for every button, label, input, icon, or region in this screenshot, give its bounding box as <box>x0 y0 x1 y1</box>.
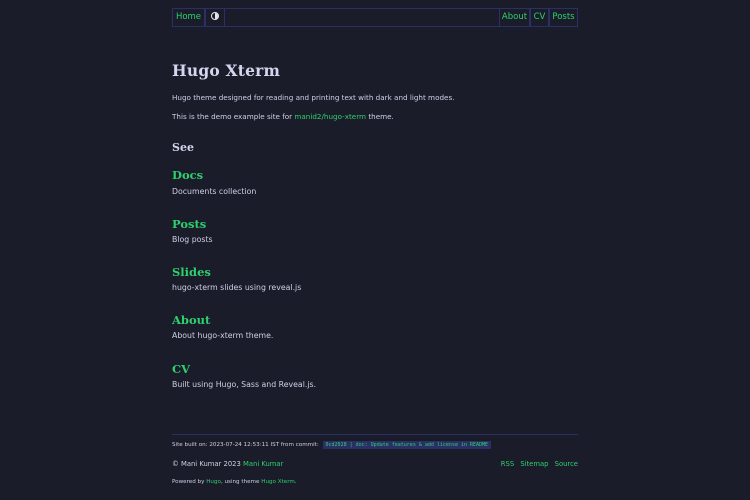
build-info-text: Site built on: 2023-07-24 12:53:11 IST f… <box>172 442 319 448</box>
footer-divider <box>172 434 578 435</box>
copyright-text: © Mani Kumar 2023 <box>172 460 243 468</box>
source-link[interactable]: Source <box>555 460 578 468</box>
nav-home-link[interactable]: Home <box>172 9 205 26</box>
build-info: Site built on: 2023-07-24 12:53:11 IST f… <box>172 441 492 449</box>
powered-by: Powered by Hugo, using theme Hugo Xterm. <box>172 479 297 485</box>
powered-prefix: Powered by <box>172 479 207 485</box>
nav-posts-link[interactable]: Posts <box>549 9 578 26</box>
nav-cv-link[interactable]: CV <box>530 9 549 26</box>
entry-desc-posts: Blog posts <box>172 235 213 244</box>
rss-link[interactable]: RSS <box>501 460 514 468</box>
page-title: Hugo Xterm <box>172 61 281 80</box>
demo-suffix: theme. <box>366 112 394 121</box>
entry-desc-cv: Built using Hugo, Sass and Reveal.js. <box>172 380 317 389</box>
footer-links: RSS Sitemap Source <box>497 460 578 468</box>
entry-title-posts[interactable]: Posts <box>172 217 206 231</box>
theme-link[interactable]: Hugo Xterm <box>261 479 295 485</box>
top-nav: Home About CV Posts <box>172 8 578 27</box>
entry-desc-about: About hugo-xterm theme. <box>172 331 274 340</box>
powered-suffix: . <box>294 479 297 485</box>
hugo-link[interactable]: Hugo <box>206 479 221 485</box>
entry-title-slides[interactable]: Slides <box>172 265 211 279</box>
contrast-icon <box>211 12 219 20</box>
demo-repo-link[interactable]: manid2/hugo-xterm <box>294 112 366 121</box>
intro-text: Hugo theme designed for reading and prin… <box>172 93 455 102</box>
copyright: © Mani Kumar 2023 Mani Kumar <box>172 460 283 468</box>
nav-about-link[interactable]: About <box>499 9 530 26</box>
theme-toggle-button[interactable] <box>205 9 225 26</box>
commit-badge[interactable]: 0cd2028 | doc: Update features & add lic… <box>322 441 492 449</box>
author-link[interactable]: Mani Kumar <box>243 460 283 468</box>
see-heading: See <box>172 141 194 154</box>
entry-title-cv[interactable]: CV <box>172 362 190 376</box>
sitemap-link[interactable]: Sitemap <box>520 460 548 468</box>
demo-text: This is the demo example site for manid2… <box>172 112 394 121</box>
entry-title-docs[interactable]: Docs <box>172 168 203 182</box>
entry-title-about[interactable]: About <box>172 313 210 327</box>
powered-mid: , using theme <box>220 479 262 485</box>
entry-desc-slides: hugo-xterm slides using reveal.js <box>172 283 302 292</box>
demo-prefix: This is the demo example site for <box>172 112 295 121</box>
entry-desc-docs: Documents collection <box>172 187 257 196</box>
